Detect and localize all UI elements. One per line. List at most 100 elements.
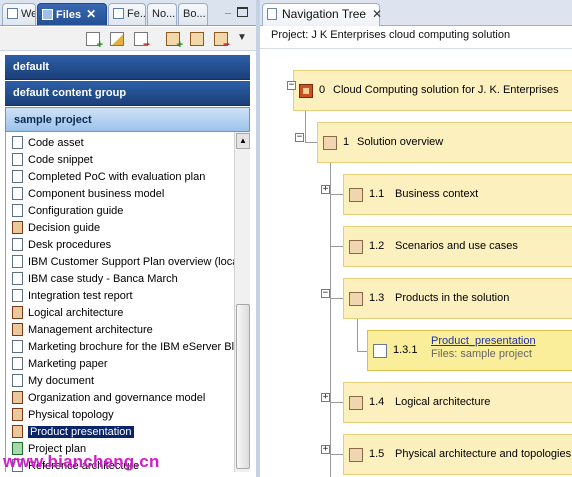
file-item[interactable]: Configuration guide <box>12 203 123 220</box>
node-title: Logical architecture <box>395 396 491 408</box>
file-label: Integration test report <box>28 290 133 302</box>
tree-node[interactable]: 1.2 Scenarios and use cases <box>343 226 572 267</box>
file-item[interactable]: Code snippet <box>12 152 93 169</box>
file-item[interactable]: Desk procedures <box>12 237 111 254</box>
files-toolbar: ▼ <box>0 27 256 51</box>
file-item[interactable]: IBM case study - Banca March <box>12 271 178 288</box>
file-label: Decision guide <box>28 222 101 234</box>
tree-node[interactable]: 0 Cloud Computing solution for J. K. Ente… <box>293 70 572 111</box>
view-tab-bar: Navigation Tree ✕ <box>260 0 572 26</box>
node-number: 1.5 <box>369 448 385 460</box>
close-icon[interactable]: ✕ <box>372 7 382 21</box>
document-icon <box>12 204 23 217</box>
tree-node[interactable]: 1.1 Business context <box>343 174 572 215</box>
file-link[interactable]: Product_presentation <box>431 335 536 347</box>
minimize-icon[interactable]: _ <box>222 4 234 16</box>
tab-files[interactable]: Files ✕ <box>37 3 107 25</box>
divider <box>260 48 572 49</box>
file-item[interactable]: Integration test report <box>12 288 133 305</box>
navigation-tree-view: Navigation Tree ✕ Project: J K Enterprise… <box>260 0 572 477</box>
template-icon <box>12 408 23 421</box>
file-item[interactable]: Component business model <box>12 186 164 203</box>
scrollbar-thumb[interactable] <box>236 304 250 469</box>
file-item[interactable]: Marketing paper <box>12 356 108 373</box>
collapse-icon[interactable]: − <box>287 81 296 90</box>
tab-notes[interactable]: No... <box>147 3 177 25</box>
document-icon <box>12 272 23 285</box>
node-number: 0 <box>319 84 326 96</box>
vertical-scrollbar[interactable]: ▲ <box>234 132 250 472</box>
remove-template-icon[interactable] <box>214 32 230 51</box>
template-icon <box>12 391 23 404</box>
tree-node[interactable]: 1.4 Logical architecture <box>343 382 572 423</box>
tree-node[interactable]: 1 Solution overview <box>317 122 572 163</box>
tree-node[interactable]: 1.5 Physical architecture and topologies <box>343 434 572 475</box>
document-icon <box>12 238 23 251</box>
node-number: 1.3.1 <box>393 344 418 356</box>
file-item[interactable]: Product presentation <box>12 424 134 441</box>
watermark: www.biancheng.cn <box>3 452 160 471</box>
file-item[interactable]: My document <box>12 373 94 390</box>
file-label: Desk procedures <box>28 239 112 251</box>
tree-connector <box>330 194 343 195</box>
file-label: Physical topology <box>28 409 114 421</box>
edit-document-icon[interactable] <box>110 32 124 46</box>
maximize-icon[interactable] <box>237 7 248 17</box>
node-title: Cloud Computing solution for J. K. Enter… <box>333 84 559 96</box>
file-item[interactable]: Organization and governance model <box>12 390 205 407</box>
add-document-icon[interactable] <box>86 32 103 51</box>
add-template-icon[interactable] <box>166 32 183 51</box>
file-label: My document <box>28 375 95 387</box>
file-item[interactable]: IBM Customer Support Plan overview (loca <box>12 254 234 271</box>
group-default-content-group[interactable]: default content group <box>5 81 250 106</box>
file-item[interactable]: Decision guide <box>12 220 100 237</box>
tab-navigation-tree[interactable]: Navigation Tree ✕ <box>262 3 382 26</box>
edit-template-icon[interactable] <box>190 32 204 46</box>
document-icon <box>12 255 23 268</box>
file-label: Management architecture <box>28 324 153 336</box>
file-item[interactable]: Completed PoC with evaluation plan <box>12 169 205 186</box>
solution-icon <box>299 84 313 98</box>
file-source: Files: sample project <box>431 348 532 360</box>
tab-label: Navigation Tree <box>282 7 367 21</box>
file-item[interactable]: Physical topology <box>12 407 114 424</box>
tab-welcome[interactable]: We... <box>2 3 36 25</box>
files-view: We... Files ✕ Fe... No... Bo... _ ▼ defau… <box>0 0 256 477</box>
file-item[interactable]: Logical architecture <box>12 305 123 322</box>
view-menu-icon[interactable]: ▼ <box>237 32 247 43</box>
section-icon <box>349 188 363 202</box>
tree-node[interactable]: 1.3 Products in the solution <box>343 278 572 319</box>
collapse-icon[interactable]: − <box>321 289 330 298</box>
close-icon[interactable]: ✕ <box>86 4 96 24</box>
file-item[interactable]: Marketing brochure for the IBM eServer B… <box>12 339 234 356</box>
template-icon <box>12 221 23 234</box>
expand-icon[interactable]: + <box>321 393 330 402</box>
expand-icon[interactable]: + <box>321 185 330 194</box>
file-label: Logical architecture <box>28 307 124 319</box>
group-sample-project[interactable]: sample project <box>5 107 250 132</box>
section-icon <box>349 292 363 306</box>
template-icon <box>12 425 23 438</box>
tree-connector <box>330 148 331 477</box>
scroll-up-arrow-icon[interactable]: ▲ <box>236 133 250 149</box>
file-label: Component business model <box>28 188 165 200</box>
document-icon <box>12 153 23 166</box>
tree-file-node[interactable]: 1.3.1 Product_presentation Files: sample p… <box>367 330 572 371</box>
tab-label: We... <box>21 8 36 20</box>
file-label: Code asset <box>28 137 84 149</box>
file-item[interactable]: Code asset <box>12 135 84 152</box>
section-icon <box>323 136 337 150</box>
tree-connector <box>305 142 317 143</box>
file-item[interactable]: Management architecture <box>12 322 153 339</box>
document-icon <box>12 187 23 200</box>
collapse-icon[interactable]: − <box>295 133 304 142</box>
section-icon <box>349 396 363 410</box>
tab-feeds[interactable]: Fe... <box>108 3 146 25</box>
tab-bookmarks[interactable]: Bo... <box>178 3 208 25</box>
document-icon <box>12 374 23 387</box>
node-number: 1.3 <box>369 292 385 304</box>
remove-document-icon[interactable] <box>134 32 150 51</box>
file-label: IBM Customer Support Plan overview (loca <box>28 256 234 268</box>
expand-icon[interactable]: + <box>321 445 330 454</box>
group-default[interactable]: default <box>5 55 250 80</box>
